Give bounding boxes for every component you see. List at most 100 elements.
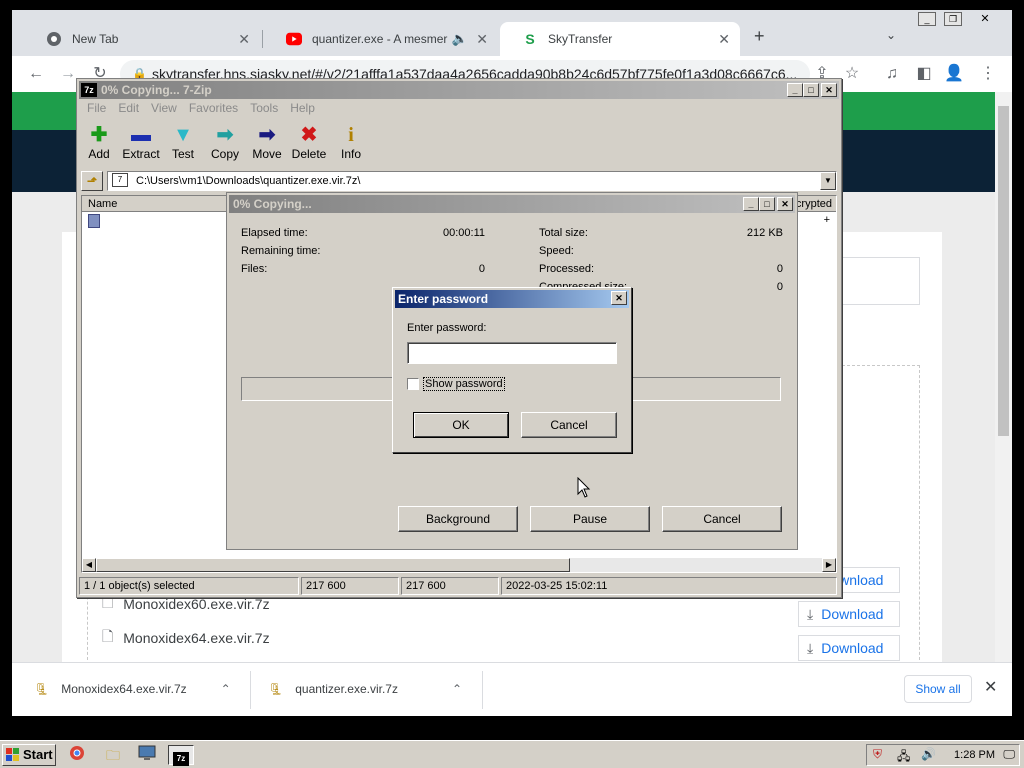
column-name[interactable]: Name	[88, 198, 117, 210]
window-titlebar[interactable]: 7z 0% Copying... 7-Zip _ □ ✕	[79, 81, 839, 99]
scrollbar-thumb[interactable]	[998, 106, 1009, 436]
processed-value: 0	[776, 263, 783, 275]
chevron-up-icon[interactable]: ⌃	[452, 682, 462, 696]
media-control-icon[interactable]: ♫	[882, 64, 902, 84]
close-icon[interactable]: ✕	[611, 291, 627, 305]
show-password-checkbox[interactable]	[407, 378, 419, 390]
menu-help[interactable]: Help	[284, 99, 321, 117]
security-alert-icon[interactable]: ⛨	[873, 747, 882, 762]
tab-search-icon[interactable]: ⌄	[886, 28, 896, 42]
volume-icon[interactable]: 🔊	[921, 747, 936, 761]
bookmark-star-icon[interactable]: ☆	[842, 64, 862, 84]
minimize-icon[interactable]: _	[743, 197, 759, 211]
extract-icon: ▬	[131, 124, 151, 146]
dialog-titlebar[interactable]: Enter password ✕	[395, 290, 629, 308]
chevron-down-icon[interactable]: ▼	[820, 172, 836, 190]
copy-button[interactable]: ➡ Copy	[205, 123, 245, 161]
file-name: Monoxidex64.exe.vir.7z	[123, 630, 270, 646]
chrome-icon[interactable]	[66, 745, 88, 765]
clock: 1:28 PM	[954, 749, 995, 761]
add-button[interactable]: ✚ Add	[79, 123, 119, 161]
dialog-title: Enter password	[398, 292, 489, 306]
move-icon: ➡	[258, 124, 276, 146]
close-icon[interactable]: ✕	[984, 677, 997, 697]
password-dialog: Enter password ✕ Enter password: Show pa…	[392, 287, 632, 453]
side-panel-icon[interactable]: ◧	[914, 64, 934, 84]
delete-button[interactable]: ✖ Delete	[289, 123, 329, 161]
new-tab-button[interactable]: +	[754, 26, 765, 47]
move-button[interactable]: ➡ Move	[247, 123, 287, 161]
background-button[interactable]: Background	[398, 506, 518, 532]
show-password-label[interactable]: Show password	[423, 377, 505, 391]
chevron-up-icon[interactable]: ⌃	[221, 682, 231, 696]
menu-favorites[interactable]: Favorites	[183, 99, 244, 117]
password-prompt: Enter password:	[407, 322, 487, 334]
minimize-icon[interactable]: _	[787, 83, 803, 97]
cancel-button[interactable]: Cancel	[521, 412, 617, 438]
close-icon[interactable]: ✕	[238, 31, 250, 48]
network-icon[interactable]: 🖧	[897, 747, 910, 768]
downloads-bar: 🗜 Monoxidex64.exe.vir.7z ⌃ 🗜 quantizer.e…	[12, 662, 1012, 716]
back-icon[interactable]: ←	[26, 64, 46, 84]
minimize-icon[interactable]: _	[918, 12, 936, 26]
close-icon[interactable]: ✕	[777, 197, 793, 211]
scroll-right-icon[interactable]: ▶	[822, 558, 836, 572]
dialog-titlebar[interactable]: 0% Copying... _ □ ✕	[229, 195, 795, 213]
menu-kebab-icon[interactable]: ⋮	[978, 64, 998, 84]
start-button[interactable]: Start	[2, 744, 56, 766]
pause-button[interactable]: Pause	[530, 506, 650, 532]
notification-icon[interactable]: 🖵	[1003, 747, 1015, 762]
info-icon: i	[348, 124, 354, 146]
download-icon: ⤓	[807, 605, 814, 622]
close-icon[interactable]: ✕	[718, 31, 730, 48]
tab-label: New Tab	[72, 32, 119, 46]
taskbar-7zip-button[interactable]: 7z	[168, 745, 194, 766]
column-encrypted[interactable]: crypted	[796, 196, 832, 212]
forward-icon[interactable]: →	[58, 64, 78, 84]
menu-view[interactable]: View	[145, 99, 183, 117]
show-all-button[interactable]: Show all	[904, 675, 972, 703]
scrollbar-thumb[interactable]	[96, 558, 570, 572]
archive-icon: 🗜	[268, 682, 284, 696]
password-input[interactable]	[407, 342, 617, 364]
maximize-icon[interactable]: □	[759, 197, 775, 211]
status-size: 217 600	[301, 577, 399, 595]
scroll-left-icon[interactable]: ◀	[82, 558, 96, 572]
total-size-label: Total size:	[539, 227, 588, 239]
youtube-icon	[286, 31, 302, 47]
file-icon[interactable]	[88, 214, 100, 228]
restore-icon[interactable]: ❐	[944, 12, 962, 26]
explorer-icon[interactable]: 🗀	[102, 745, 124, 765]
maximize-icon[interactable]: □	[803, 83, 819, 97]
path-input[interactable]: 7 C:\Users\vm1\Downloads\quantizer.exe.v…	[107, 171, 837, 191]
menu-edit[interactable]: Edit	[112, 99, 145, 117]
ok-button[interactable]: OK	[413, 412, 509, 438]
tab-youtube[interactable]: quantizer.exe - A mesmerizing 🔈 ✕	[264, 22, 498, 56]
horizontal-scrollbar[interactable]: ◀ ▶	[82, 558, 836, 572]
speaker-icon[interactable]: 🔈	[452, 31, 468, 47]
menu-file[interactable]: File	[81, 99, 112, 117]
files-label: Files:	[241, 263, 268, 275]
tab-new-tab[interactable]: New Tab ✕	[24, 22, 260, 56]
download-button[interactable]: ⤓ Download	[798, 601, 900, 627]
7zip-app-icon: 7z	[81, 83, 97, 97]
desktop-icon[interactable]	[136, 745, 158, 765]
folder-up-icon[interactable]: ⬏	[81, 171, 103, 191]
profile-icon[interactable]: 👤	[944, 64, 964, 84]
tab-skytransfer[interactable]: S SkyTransfer ✕	[500, 22, 740, 56]
close-icon[interactable]: ✕	[476, 31, 488, 48]
info-button[interactable]: i Info	[331, 123, 371, 161]
close-icon[interactable]: ✕	[821, 83, 837, 97]
page-scrollbar[interactable]	[995, 92, 1012, 662]
archive-icon: 7	[112, 173, 128, 187]
status-packed: 217 600	[401, 577, 499, 595]
test-button[interactable]: ▼ Test	[163, 123, 203, 161]
download-item[interactable]: 🗜 quantizer.exe.vir.7z ⌃	[268, 677, 462, 701]
extract-button[interactable]: ▬ Extract	[121, 123, 161, 161]
cancel-button[interactable]: Cancel	[662, 506, 782, 532]
list-item[interactable]: 🗋 Monoxidex64.exe.vir.7z	[102, 626, 270, 650]
download-item[interactable]: 🗜 Monoxidex64.exe.vir.7z ⌃	[34, 677, 231, 701]
menu-tools[interactable]: Tools	[244, 99, 284, 117]
download-button[interactable]: ⤓ Download	[798, 635, 900, 661]
close-icon[interactable]: ✕	[976, 12, 994, 26]
